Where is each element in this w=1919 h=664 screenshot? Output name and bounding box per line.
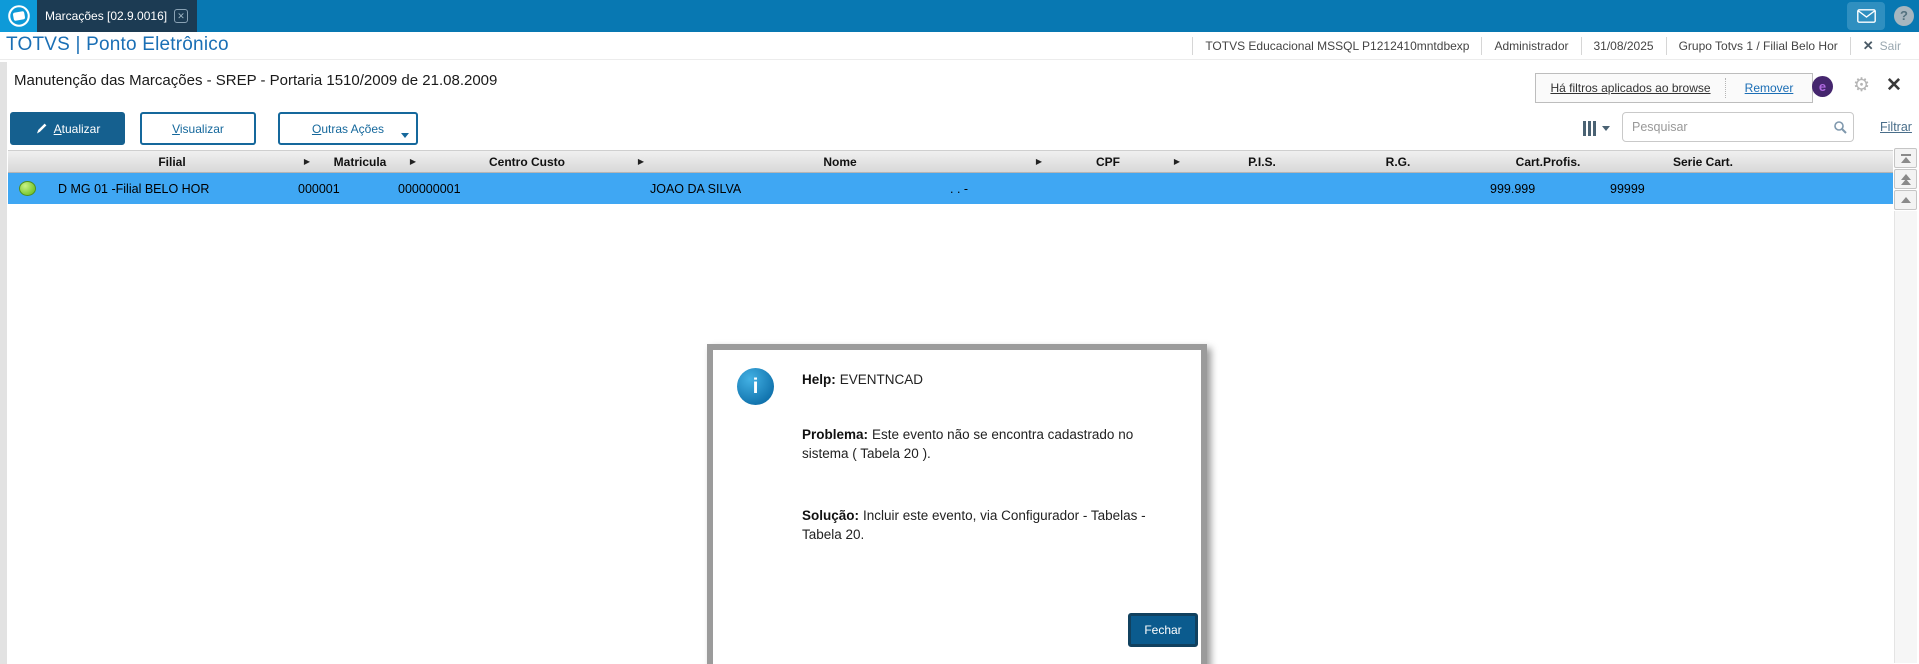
scroll-top-icon: [1900, 153, 1911, 156]
column-separator-icon: ▶: [1173, 157, 1181, 166]
cell-matricula: 000001: [298, 181, 340, 196]
logout-button[interactable]: ✕ Sair: [1849, 37, 1913, 55]
scroll-to-top-button[interactable]: [1894, 148, 1917, 168]
session-user: Administrador: [1481, 37, 1580, 55]
grid-scrollbar: [1893, 148, 1919, 664]
info-bar: TOTVS | Ponto Eletrônico TOTVS Educacion…: [0, 32, 1919, 60]
filter-applied-link[interactable]: Há filtros aplicados ao browse: [1536, 81, 1725, 95]
update-label: Atualizar: [53, 121, 101, 136]
logout-x-icon: ✕: [1862, 38, 1874, 53]
help-dialog: i Help: EVENTNCAD Problema: Este evento nã…: [707, 344, 1207, 664]
row-up-button[interactable]: [1894, 190, 1917, 210]
assistant-badge[interactable]: e: [1812, 76, 1833, 97]
pencil-icon: [36, 123, 47, 134]
view-label: Visualizar: [172, 121, 224, 136]
gear-icon[interactable]: ⚙: [1853, 74, 1870, 97]
grid-header: Filial ▶ Matricula ▶ Centro Custo ▶ Nome…: [8, 150, 1893, 173]
header-filial[interactable]: Filial: [46, 155, 298, 169]
cell-cart-profis: 999.999: [1490, 181, 1536, 196]
page-title: Manutenção das Marcações - SREP - Portar…: [14, 72, 498, 89]
mail-button[interactable]: [1847, 2, 1885, 30]
header-serie-cart[interactable]: Serie Cart.: [1638, 155, 1768, 169]
tab-close-icon[interactable]: ✕: [174, 9, 189, 23]
dialog-close-label: Fechar: [1144, 623, 1182, 637]
records-grid: Filial ▶ Matricula ▶ Centro Custo ▶ Nome…: [8, 150, 1893, 204]
chevron-down-icon: [401, 133, 409, 138]
update-button[interactable]: Atualizar: [10, 112, 125, 145]
cell-nome: JOAO DA SILVA: [650, 181, 742, 196]
column-separator-icon: ▶: [637, 157, 645, 166]
tab-title: Marcações [02.9.0016]: [45, 9, 168, 23]
info-icon: i: [737, 368, 774, 405]
columns-icon: [1583, 120, 1586, 136]
help-label: Help:: [802, 372, 836, 387]
tab-marcacoes[interactable]: Marcações [02.9.0016] ✕: [37, 0, 197, 32]
help-value: EVENTNCAD: [839, 372, 924, 387]
column-chooser-button[interactable]: [1583, 116, 1619, 140]
solution-label: Solução:: [802, 508, 860, 523]
cell-cpf: . . -: [950, 181, 969, 196]
left-gutter: [0, 62, 7, 664]
columns-icon: [1588, 120, 1591, 136]
session-group-branch: Grupo Totvs 1 / Filial Belo Hor: [1665, 37, 1850, 55]
logout-label: Sair: [1879, 39, 1901, 53]
help-button[interactable]: ?: [1890, 2, 1918, 30]
header-rg[interactable]: R.G.: [1338, 155, 1458, 169]
session-environment: TOTVS Educacional MSSQL P1212410mntdbexp: [1192, 37, 1481, 55]
problem-label: Problema:: [802, 427, 869, 442]
up-icon: [1900, 197, 1911, 203]
header-cart-profis[interactable]: Cart.Profis.: [1458, 155, 1638, 169]
header-matricula[interactable]: Matricula: [316, 155, 404, 169]
dialog-close-button[interactable]: Fechar: [1128, 613, 1198, 647]
close-browse-icon[interactable]: ✕: [1886, 74, 1902, 97]
view-button[interactable]: Visualizar: [140, 112, 256, 145]
scrollbar-track[interactable]: [1894, 211, 1917, 663]
scroll-top-icon: [1900, 156, 1911, 163]
filter-remove-link[interactable]: Remover: [1726, 81, 1812, 95]
status-green-icon: [18, 181, 36, 196]
search-input[interactable]: [1623, 120, 1827, 134]
cell-filial: D MG 01 -Filial BELO HOR: [58, 181, 210, 196]
chevron-down-icon: [1602, 125, 1610, 131]
columns-icon: [1593, 120, 1596, 136]
row-status-cell: [8, 181, 46, 196]
double-up-icon: [1900, 178, 1911, 185]
table-row[interactable]: D MG 01 -Filial BELO HOR 000001 00000000…: [8, 173, 1893, 204]
help-icon: ?: [1894, 6, 1914, 26]
other-actions-button[interactable]: Outras Ações: [278, 112, 418, 145]
dialog-solution: Solução: Incluir este evento, via Configu…: [802, 506, 1174, 544]
filter-link[interactable]: Filtrar: [1880, 120, 1912, 134]
column-separator-icon: ▶: [303, 157, 311, 166]
top-bar: Marcações [02.9.0016] ✕ ?: [0, 0, 1919, 32]
app-brand: TOTVS | Ponto Eletrônico: [6, 34, 229, 55]
other-actions-label: Outras Ações: [311, 121, 385, 136]
cell-centro-custo: 000000001: [398, 181, 461, 196]
filter-applied-bar: Há filtros aplicados ao browse Remover: [1535, 73, 1813, 103]
dialog-body: Help: EVENTNCAD Problema: Este evento não …: [802, 368, 1174, 544]
totvs-logo: [0, 0, 37, 32]
cell-serie-cart: 99999: [1610, 181, 1645, 196]
page-up-button[interactable]: [1894, 169, 1917, 189]
header-centro-custo[interactable]: Centro Custo: [422, 155, 632, 169]
mail-icon: [1856, 9, 1876, 23]
header-nome[interactable]: Nome: [650, 155, 1030, 169]
totvs-logo-icon: [7, 5, 30, 27]
search-box: [1622, 112, 1854, 142]
session-date: 31/08/2025: [1580, 37, 1666, 55]
dialog-title: Help: EVENTNCAD: [802, 370, 1174, 389]
column-separator-icon: ▶: [1035, 157, 1043, 166]
header-cpf[interactable]: CPF: [1048, 155, 1168, 169]
dialog-problem: Problema: Este evento não se encontra cad…: [802, 425, 1174, 463]
search-icon[interactable]: [1827, 120, 1853, 135]
session-info: TOTVS Educacional MSSQL P1212410mntdbexp…: [1192, 32, 1913, 60]
column-separator-icon: ▶: [409, 157, 417, 166]
header-pis[interactable]: P.I.S.: [1186, 155, 1338, 169]
